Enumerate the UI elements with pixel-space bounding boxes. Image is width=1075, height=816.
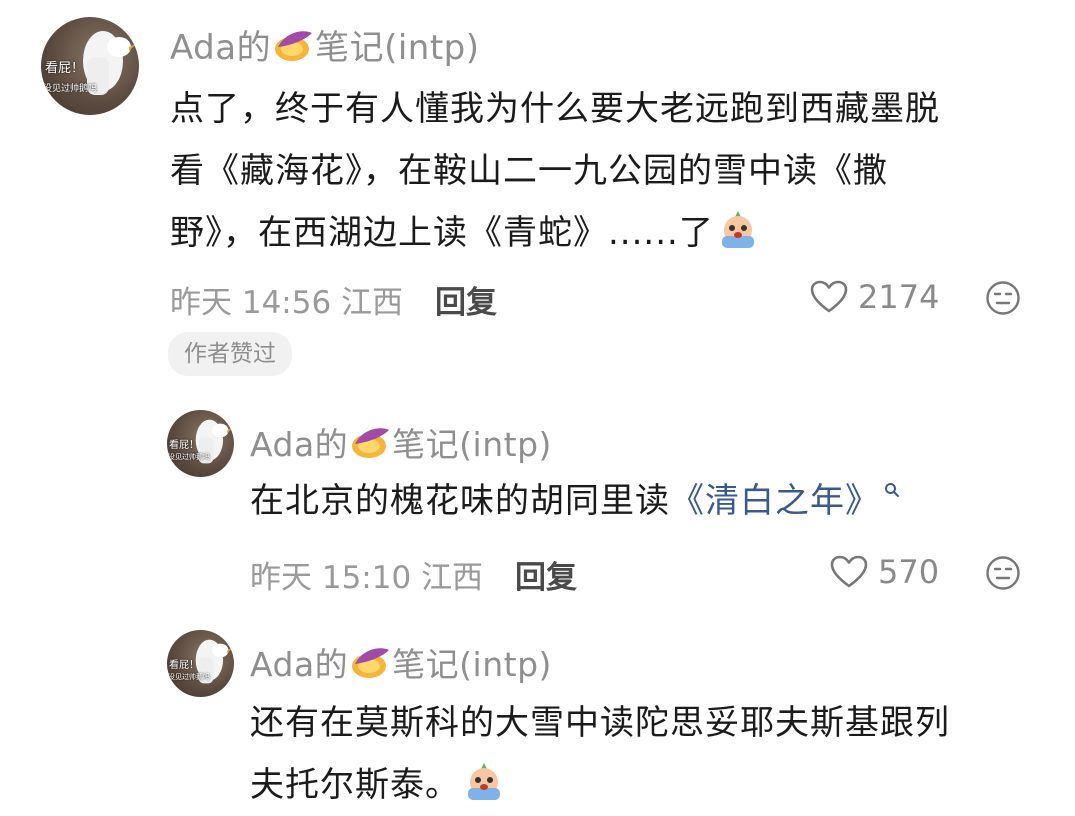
avatar-caption-top: 看屁！ <box>169 660 199 671</box>
comment-line: 点了，终于有人懂我为什么要大老远跑到西藏墨脱 <box>170 89 940 129</box>
comment-text: 还有在莫斯科的大雪中读陀思妥耶夫斯基跟列 夫托尔斯泰。 <box>250 692 1050 816</box>
comment-time: 昨天 14:56 <box>170 285 332 321</box>
comment-text: 在北京的槐花味的胡同里读《清白之年》 <box>250 470 1050 532</box>
like-count: 2174 <box>858 278 940 316</box>
username-suffix: 笔记(intp) <box>315 28 480 68</box>
comment-line: 还有在莫斯科的大雪中读陀思妥耶夫斯基跟列 <box>250 703 950 743</box>
comment-line: 看《藏海花》，在鞍山二一九公园的雪中读《撒 <box>170 151 888 191</box>
comment-location: 江西 <box>421 560 484 596</box>
avatar[interactable]: 看屁！ 没见过帅鹅吗 <box>167 410 234 477</box>
comment-location: 江西 <box>341 285 404 321</box>
heart-outline-icon <box>830 555 868 588</box>
reply-button[interactable]: 回复 <box>515 552 577 597</box>
avatar-caption-bottom: 没见过帅鹅吗 <box>168 453 210 461</box>
avatar-caption-top: 看屁！ <box>169 440 199 451</box>
neutral-face-icon[interactable] <box>985 555 1021 591</box>
avatar-caption-bottom: 没见过帅鹅吗 <box>43 84 98 94</box>
username[interactable]: Ada的 笔记(intp) <box>250 638 552 686</box>
search-icon <box>885 483 899 497</box>
username-suffix: 笔记(intp) <box>392 645 552 684</box>
username[interactable]: Ada的 笔记(intp) <box>250 418 552 466</box>
username-prefix: Ada的 <box>250 425 349 464</box>
reply-button[interactable]: 回复 <box>435 277 497 322</box>
avatar-caption-bottom: 没见过帅鹅吗 <box>168 673 210 681</box>
sweet-potato-icon <box>275 31 313 61</box>
sweet-potato-icon <box>352 648 390 678</box>
username[interactable]: Ada的 笔记(intp) <box>170 20 480 69</box>
comment-meta: 昨天 15:10 江西 <box>250 552 483 597</box>
like-count: 570 <box>878 553 940 591</box>
avatar-caption-top: 看屁！ <box>45 61 85 76</box>
sweet-potato-icon <box>352 428 390 458</box>
username-prefix: Ada的 <box>250 645 349 684</box>
heart-outline-icon <box>810 280 848 313</box>
like-button[interactable]: 570 <box>830 553 939 591</box>
avatar[interactable]: 看屁！ 没见过帅鹅吗 <box>41 17 139 115</box>
avatar[interactable]: 看屁！ 没见过帅鹅吗 <box>167 630 234 697</box>
username-prefix: Ada的 <box>170 28 272 68</box>
comment-meta: 昨天 14:56 江西 <box>170 277 403 322</box>
comment-time: 昨天 15:10 <box>250 560 412 596</box>
crying-emoji-icon <box>468 763 500 800</box>
comment-line: 夫托尔斯泰。 <box>250 754 1050 816</box>
like-button[interactable]: 2174 <box>810 278 939 316</box>
comment-line: 野》，在西湖边上读《青蛇》......了 <box>170 202 1050 264</box>
neutral-face-icon[interactable] <box>985 280 1021 316</box>
comment-text: 点了，终于有人懂我为什么要大老远跑到西藏墨脱 看《藏海花》，在鞍山二一九公园的雪… <box>170 78 1050 264</box>
comment-body: 在北京的槐花味的胡同里读 <box>250 481 670 521</box>
author-liked-badge: 作者赞过 <box>168 332 292 376</box>
username-suffix: 笔记(intp) <box>392 425 552 464</box>
crying-emoji-icon <box>721 211 754 248</box>
topic-link[interactable]: 《清白之年》 <box>670 481 880 521</box>
